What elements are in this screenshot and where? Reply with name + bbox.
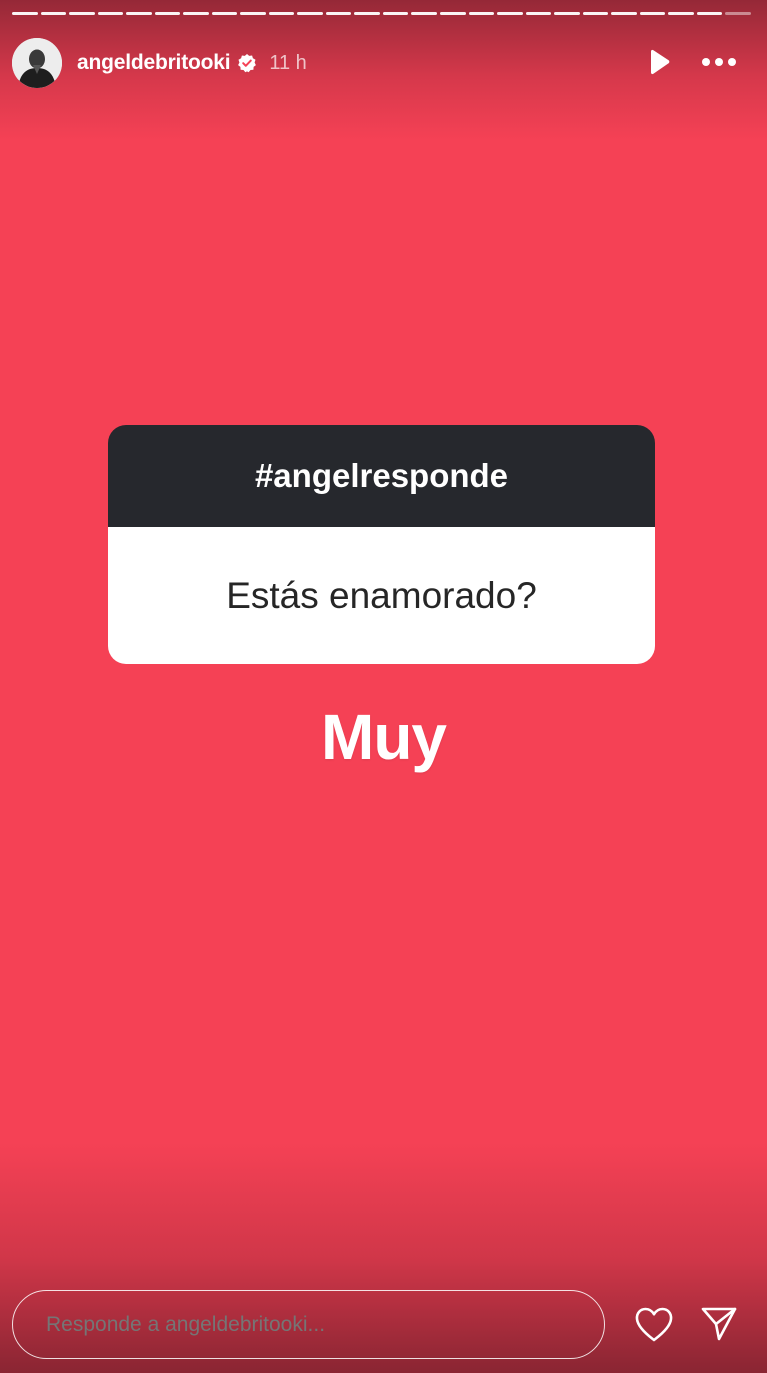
progress-segment bbox=[439, 12, 466, 15]
progress-segment bbox=[354, 12, 380, 15]
progress-segment bbox=[97, 12, 124, 15]
verified-badge-icon bbox=[237, 53, 257, 73]
progress-segment bbox=[183, 12, 209, 15]
question-sticker: #angelresponde Estás enamorado? bbox=[108, 425, 655, 664]
progress-segment bbox=[611, 12, 637, 15]
story-viewer[interactable]: angeldebritooki 11 h #angelresponde Está… bbox=[0, 0, 767, 1373]
progress-segment bbox=[69, 12, 95, 15]
progress-segment bbox=[725, 12, 751, 15]
answer-text: Muy bbox=[321, 701, 447, 773]
progress-segment bbox=[639, 12, 666, 15]
progress-segment bbox=[240, 12, 266, 15]
send-icon[interactable] bbox=[700, 1306, 738, 1342]
progress-segment bbox=[696, 12, 723, 15]
sticker-question: Estás enamorado? bbox=[108, 527, 655, 664]
progress-segment bbox=[582, 12, 609, 15]
reply-input[interactable] bbox=[12, 1290, 605, 1359]
username[interactable]: angeldebritooki bbox=[77, 51, 231, 75]
progress-segment bbox=[497, 12, 523, 15]
progress-segment bbox=[411, 12, 437, 15]
progress-segment bbox=[268, 12, 295, 15]
heart-icon[interactable] bbox=[634, 1307, 674, 1343]
profile-avatar[interactable] bbox=[12, 38, 62, 88]
post-time: 11 h bbox=[269, 51, 307, 74]
more-options-icon[interactable] bbox=[700, 50, 738, 74]
progress-segment bbox=[211, 12, 238, 15]
progress-segment bbox=[382, 12, 409, 15]
story-header: angeldebritooki 11 h bbox=[12, 38, 307, 88]
sticker-title: #angelresponde bbox=[108, 425, 655, 527]
progress-segment bbox=[154, 12, 181, 15]
play-icon[interactable] bbox=[645, 48, 673, 76]
progress-segment bbox=[668, 12, 694, 15]
story-progress-bar bbox=[12, 12, 751, 15]
progress-segment bbox=[126, 12, 152, 15]
progress-segment bbox=[525, 12, 552, 15]
progress-segment bbox=[297, 12, 323, 15]
progress-segment bbox=[325, 12, 352, 15]
progress-segment bbox=[40, 12, 67, 15]
progress-segment bbox=[12, 12, 38, 15]
progress-segment bbox=[554, 12, 580, 15]
progress-segment bbox=[468, 12, 495, 15]
